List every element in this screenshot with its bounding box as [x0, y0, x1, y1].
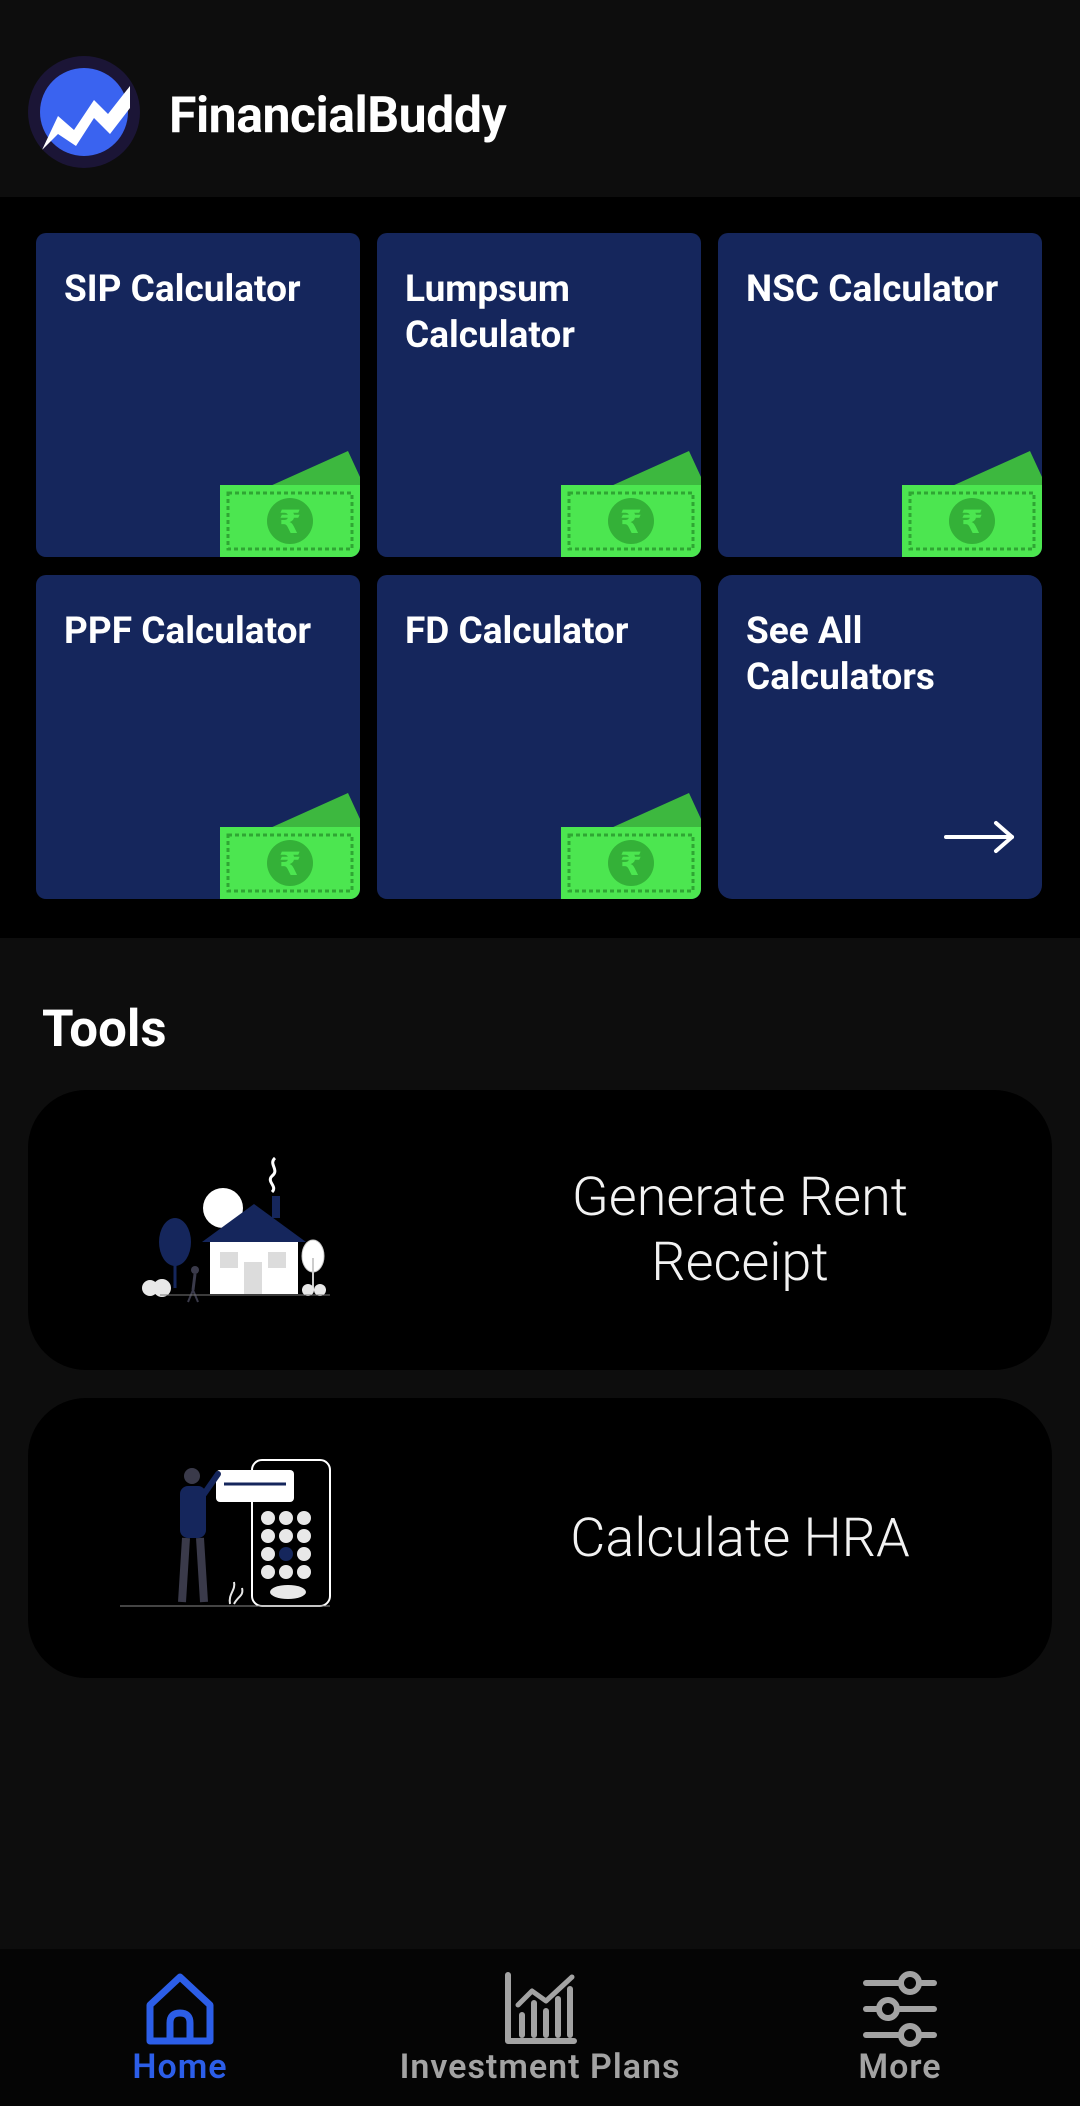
tab-label: More: [858, 2047, 942, 2087]
tab-home[interactable]: Home: [60, 1949, 300, 2106]
bottom-navigation: Home Investment Plans More: [0, 1949, 1080, 2106]
money-icon: ₹: [902, 451, 1042, 557]
nsc-calculator-card[interactable]: NSC Calculator ₹: [718, 233, 1042, 557]
svg-text:₹: ₹: [279, 845, 301, 883]
card-label: Lumpsum Calculator: [405, 268, 575, 357]
tab-investment-plans[interactable]: Investment Plans: [380, 1949, 700, 2106]
tool-label: Calculate HRA: [570, 1506, 910, 1570]
fd-calculator-card[interactable]: FD Calculator ₹: [377, 575, 701, 899]
calculator-illustration: [120, 1459, 331, 1607]
tools-section-title: Tools: [42, 1000, 167, 1059]
ppf-calculator-card[interactable]: PPF Calculator ₹: [36, 575, 360, 899]
svg-text:₹: ₹: [279, 503, 301, 541]
app-logo-icon: [28, 56, 140, 168]
see-all-calculators-card[interactable]: See All Calculators: [718, 575, 1042, 899]
arrow-right-icon: [944, 821, 1014, 853]
tab-label: Home: [132, 2047, 228, 2087]
lumpsum-calculator-card[interactable]: Lumpsum Calculator ₹: [377, 233, 701, 557]
calculate-hra-card[interactable]: Calculate HRA: [28, 1398, 1052, 1678]
home-icon: [146, 1973, 214, 2045]
tool-label: Generate Rent Receipt: [571, 1166, 909, 1294]
tab-label: Investment Plans: [399, 2047, 681, 2087]
card-label: SIP Calculator: [64, 268, 301, 311]
card-label: NSC Calculator: [746, 268, 999, 311]
card-label: FD Calculator: [405, 610, 629, 653]
money-icon: ₹: [561, 793, 701, 899]
card-label: See All Calculators: [746, 610, 935, 699]
svg-text:₹: ₹: [961, 503, 983, 541]
generate-rent-receipt-card[interactable]: Generate Rent Receipt: [28, 1090, 1052, 1370]
svg-text:₹: ₹: [620, 503, 642, 541]
tab-more[interactable]: More: [800, 1949, 1000, 2106]
calculators-grid: SIP Calculator ₹ Lumpsum Calculator ₹ NS…: [0, 197, 1080, 938]
money-icon: ₹: [220, 451, 360, 557]
chart-icon: [505, 1972, 577, 2044]
svg-text:₹: ₹: [620, 845, 642, 883]
sliders-icon: [863, 1971, 937, 2047]
card-label: PPF Calculator: [64, 610, 312, 653]
app-title: FinancialBuddy: [169, 87, 507, 145]
sip-calculator-card[interactable]: SIP Calculator ₹: [36, 233, 360, 557]
money-icon: ₹: [561, 451, 701, 557]
money-icon: ₹: [220, 793, 360, 899]
house-illustration: [142, 1156, 330, 1303]
app-header: FinancialBuddy: [0, 0, 1080, 197]
